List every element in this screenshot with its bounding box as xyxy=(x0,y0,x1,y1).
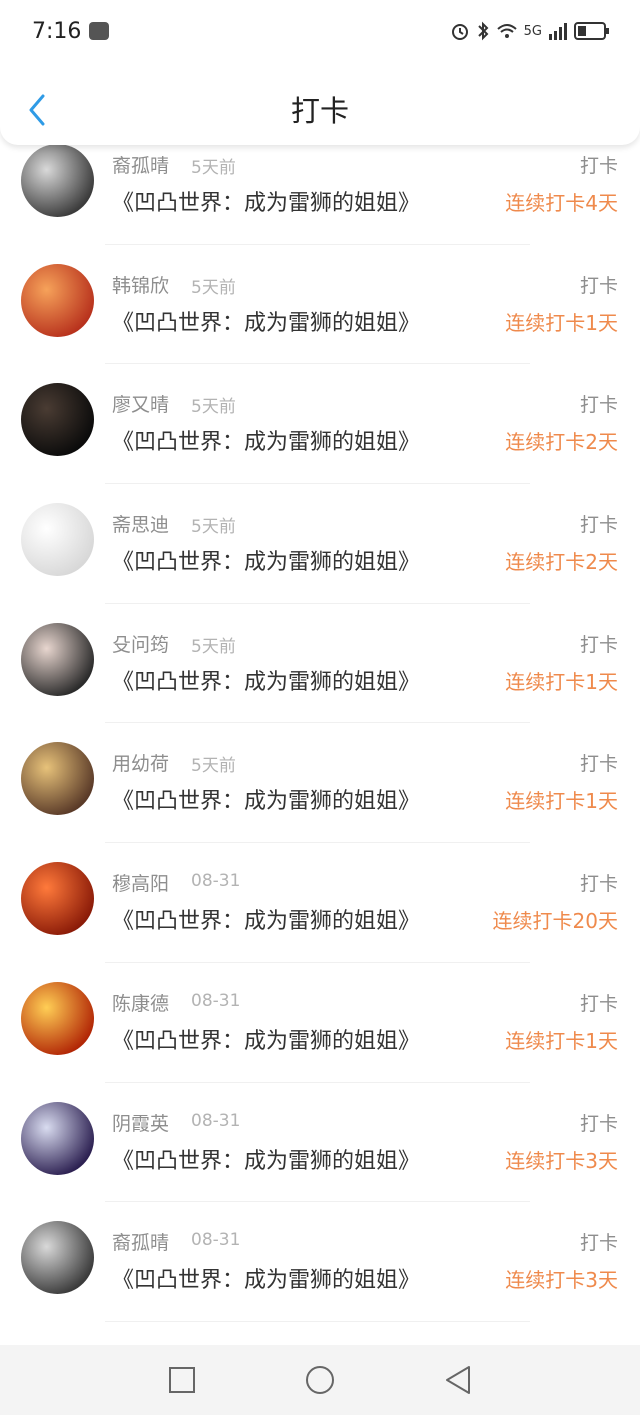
status-left: 7:16 xyxy=(32,18,110,44)
user-name: 穆高阳 xyxy=(112,873,170,896)
checkin-label: 打卡 xyxy=(579,753,618,776)
user-name: 裔孤晴 xyxy=(112,155,170,177)
avatar[interactable] xyxy=(21,503,94,577)
book-title: 《凹凸世界：成为雷狮的姐姐》 xyxy=(112,669,421,695)
book-title: 《凹凸世界：成为雷狮的姐姐》 xyxy=(112,1148,421,1174)
checkin-label: 打卡 xyxy=(579,992,618,1015)
clock: 7:16 xyxy=(32,18,82,44)
checkin-label: 打卡 xyxy=(579,633,618,656)
book-title: 《凹凸世界：成为雷狮的姐姐》 xyxy=(112,1028,421,1054)
book-title: 《凹凸世界：成为雷狮的姐姐》 xyxy=(112,789,421,815)
checkin-label: 打卡 xyxy=(579,514,618,537)
book-title: 《凹凸世界：成为雷狮的姐姐》 xyxy=(112,1268,421,1294)
network-type: 5G xyxy=(523,23,542,39)
avatar[interactable] xyxy=(21,742,94,816)
post-time: 08-31 xyxy=(191,1110,241,1131)
streak-text: 连续打卡2天 xyxy=(505,430,618,455)
divider xyxy=(105,1320,530,1322)
list-item[interactable]: 韩锦欣 5天前 《凹凸世界：成为雷狮的姐姐》 打卡 连续打卡1天 xyxy=(0,245,640,365)
avatar[interactable] xyxy=(21,144,94,217)
post-time: 5天前 xyxy=(191,158,236,178)
user-name: 廖又晴 xyxy=(112,394,170,417)
home-button[interactable] xyxy=(300,1360,340,1400)
post-time: 08-31 xyxy=(191,1230,241,1251)
system-nav-bar xyxy=(0,1345,640,1415)
list-item[interactable]: 殳问筠 5天前 《凹凸世界：成为雷狮的姐姐》 打卡 连续打卡1天 xyxy=(0,604,640,724)
post-time: 5天前 xyxy=(191,756,236,777)
circle-icon xyxy=(306,1366,334,1394)
square-icon xyxy=(169,1367,195,1393)
status-bar: 7:16 5G xyxy=(0,0,640,62)
user-name: 用幼荷 xyxy=(112,753,170,776)
streak-text: 连续打卡3天 xyxy=(505,1268,618,1293)
back-nav-button[interactable] xyxy=(438,1360,478,1400)
book-title: 《凹凸世界：成为雷狮的姐姐》 xyxy=(112,310,421,336)
recents-button[interactable] xyxy=(162,1360,202,1400)
avatar[interactable] xyxy=(21,1221,94,1295)
checkin-label: 打卡 xyxy=(579,155,618,177)
message-notification-icon xyxy=(89,22,110,40)
user-name: 阴霞英 xyxy=(112,1112,170,1135)
user-name: 陈康德 xyxy=(112,992,170,1015)
checkin-label: 打卡 xyxy=(579,274,618,297)
battery-icon xyxy=(574,22,609,40)
streak-text: 连续打卡20天 xyxy=(492,909,618,934)
post-time: 5天前 xyxy=(191,397,236,418)
status-right: 5G xyxy=(450,21,610,41)
post-time: 5天前 xyxy=(191,517,236,538)
checkin-label: 打卡 xyxy=(579,873,618,896)
triangle-back-icon xyxy=(446,1366,470,1394)
streak-text: 连续打卡4天 xyxy=(505,191,618,215)
checkin-label: 打卡 xyxy=(579,1112,618,1135)
streak-text: 连续打卡1天 xyxy=(505,789,618,814)
avatar[interactable] xyxy=(21,862,94,936)
streak-text: 连续打卡2天 xyxy=(505,550,618,575)
avatar[interactable] xyxy=(21,383,94,457)
book-title: 《凹凸世界：成为雷狮的姐姐》 xyxy=(112,550,421,576)
list-item[interactable]: 斋思迪 5天前 《凹凸世界：成为雷狮的姐姐》 打卡 连续打卡2天 xyxy=(0,484,640,604)
page-title: 打卡 xyxy=(290,94,349,128)
list-item[interactable]: 廖又晴 5天前 《凹凸世界：成为雷狮的姐姐》 打卡 连续打卡2天 xyxy=(0,364,640,485)
streak-text: 连续打卡1天 xyxy=(505,1028,618,1053)
book-title: 《凹凸世界：成为雷狮的姐姐》 xyxy=(112,191,421,216)
checkin-label: 打卡 xyxy=(579,1232,618,1255)
user-name: 韩锦欣 xyxy=(112,274,170,297)
streak-text: 连续打卡1天 xyxy=(505,669,618,694)
signal-icon xyxy=(549,23,567,40)
avatar[interactable] xyxy=(21,622,94,696)
post-time: 08-31 xyxy=(191,990,241,1011)
post-time: 5天前 xyxy=(191,277,236,298)
wifi-icon xyxy=(496,24,517,38)
streak-text: 连续打卡3天 xyxy=(505,1148,618,1173)
post-time: 08-31 xyxy=(191,871,241,892)
book-title: 《凹凸世界：成为雷狮的姐姐》 xyxy=(112,430,421,456)
user-name: 斋思迪 xyxy=(112,514,170,537)
list-item[interactable]: 用幼荷 5天前 《凹凸世界：成为雷狮的姐姐》 打卡 连续打卡1天 xyxy=(0,723,640,844)
book-title: 《凹凸世界：成为雷狮的姐姐》 xyxy=(112,909,421,935)
avatar[interactable] xyxy=(21,1101,94,1175)
list-item[interactable]: 穆高阳 08-31 《凹凸世界：成为雷狮的姐姐》 打卡 连续打卡20天 xyxy=(0,843,640,963)
avatar[interactable] xyxy=(21,263,94,337)
streak-text: 连续打卡1天 xyxy=(505,310,618,335)
user-name: 裔孤晴 xyxy=(112,1232,170,1255)
bluetooth-icon xyxy=(477,21,489,41)
checkin-label: 打卡 xyxy=(579,394,618,417)
alarm-icon xyxy=(451,24,468,40)
avatar[interactable] xyxy=(21,981,94,1055)
user-name: 殳问筠 xyxy=(112,633,170,656)
checkin-list: 裔孤晴 5天前 《凹凸世界：成为雷狮的姐姐》 打卡 连续打卡4天 韩锦欣 5天前… xyxy=(0,125,640,1322)
list-item[interactable]: 阴霞英 08-31 《凹凸世界：成为雷狮的姐姐》 打卡 连续打卡3天 xyxy=(0,1083,640,1203)
post-time: 5天前 xyxy=(191,636,236,657)
list-item[interactable]: 裔孤晴 08-31 《凹凸世界：成为雷狮的姐姐》 打卡 连续打卡3天 xyxy=(0,1202,640,1322)
list-item[interactable]: 陈康德 08-31 《凹凸世界：成为雷狮的姐姐》 打卡 连续打卡1天 xyxy=(0,963,640,1083)
